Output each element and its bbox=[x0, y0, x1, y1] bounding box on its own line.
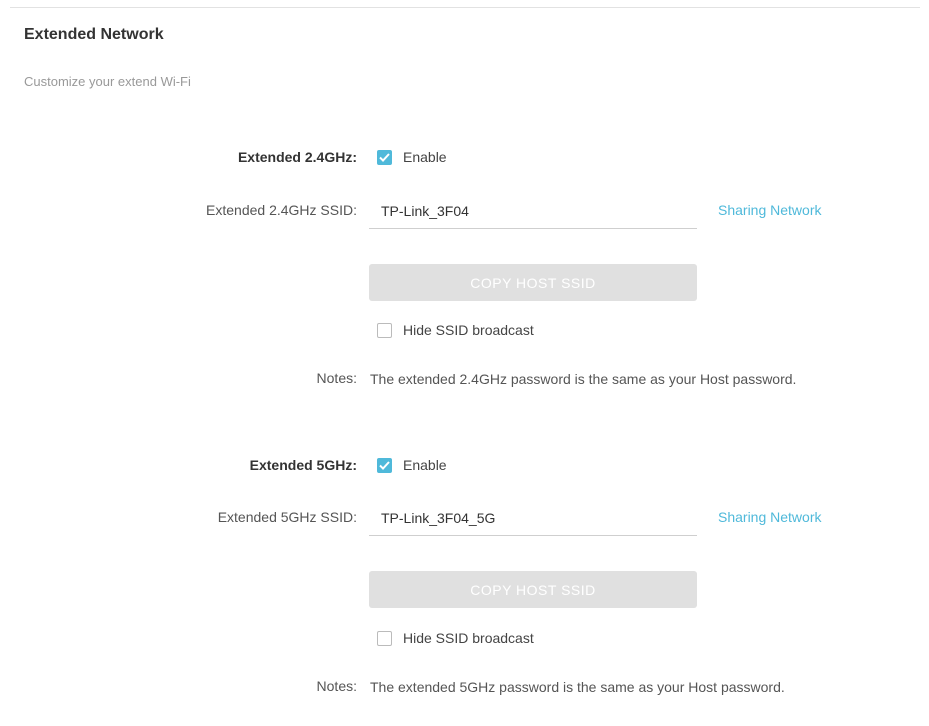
ssid-24ghz-label: Extended 2.4GHz SSID: bbox=[206, 202, 357, 218]
enable-5ghz-label: Enable bbox=[403, 457, 447, 473]
section-title: Extended Network bbox=[24, 26, 164, 43]
enable-5ghz-checkbox[interactable] bbox=[377, 458, 392, 473]
ssid-5ghz-label: Extended 5GHz SSID: bbox=[217, 509, 357, 525]
copy-host-ssid-5ghz-button[interactable]: COPY HOST SSID bbox=[369, 571, 697, 608]
ssid-5ghz-input[interactable] bbox=[369, 500, 697, 536]
notes-24ghz-text: The extended 2.4GHz password is the same… bbox=[370, 371, 797, 387]
hide-ssid-24ghz-label: Hide SSID broadcast bbox=[403, 322, 534, 338]
sharing-network-24ghz-link[interactable]: Sharing Network bbox=[718, 202, 822, 218]
ssid-24ghz-input[interactable] bbox=[369, 193, 697, 229]
notes-24ghz-label: Notes: bbox=[316, 370, 357, 386]
checkmark-icon bbox=[379, 461, 390, 470]
copy-host-ssid-24ghz-button[interactable]: COPY HOST SSID bbox=[369, 264, 697, 301]
extended-5ghz-label: Extended 5GHz: bbox=[249, 457, 357, 473]
extended-24ghz-label: Extended 2.4GHz: bbox=[237, 149, 357, 165]
hide-ssid-5ghz-checkbox[interactable] bbox=[377, 631, 392, 646]
top-divider bbox=[10, 7, 920, 8]
section-subtitle: Customize your extend Wi-Fi bbox=[24, 74, 191, 89]
hide-ssid-5ghz-label: Hide SSID broadcast bbox=[403, 630, 534, 646]
extended-network-page: Extended Network Customize your extend W… bbox=[0, 0, 929, 726]
checkmark-icon bbox=[379, 153, 390, 162]
enable-24ghz-checkbox[interactable] bbox=[377, 150, 392, 165]
enable-24ghz-label: Enable bbox=[403, 149, 447, 165]
notes-5ghz-label: Notes: bbox=[316, 678, 357, 694]
hide-ssid-24ghz-checkbox[interactable] bbox=[377, 323, 392, 338]
notes-5ghz-text: The extended 5GHz password is the same a… bbox=[370, 679, 785, 695]
sharing-network-5ghz-link[interactable]: Sharing Network bbox=[718, 509, 822, 525]
